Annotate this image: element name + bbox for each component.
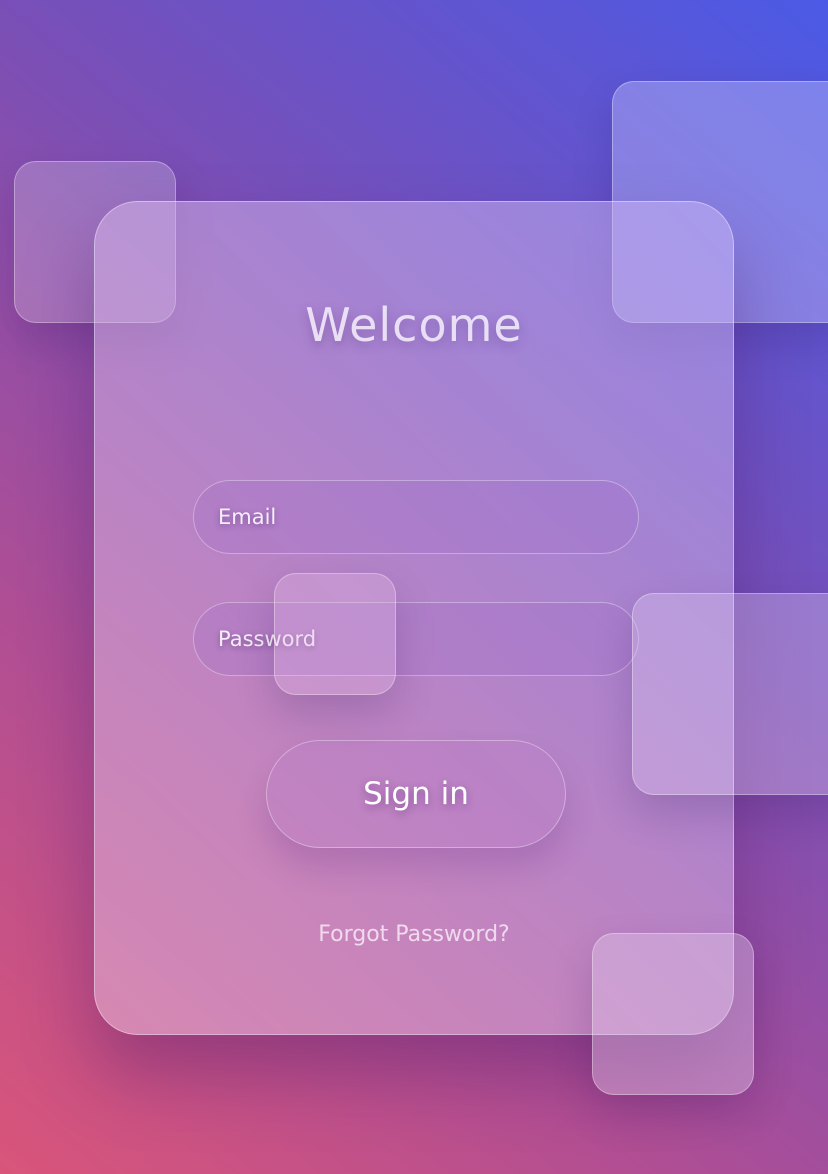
decorative-glass-square-bottom-right bbox=[592, 933, 754, 1095]
welcome-title: Welcome bbox=[305, 298, 523, 352]
sign-in-button-label: Sign in bbox=[363, 776, 469, 812]
password-field[interactable]: Password bbox=[193, 602, 639, 676]
sign-in-button[interactable]: Sign in bbox=[266, 740, 566, 848]
decorative-glass-square-right bbox=[632, 593, 828, 795]
email-field[interactable]: Email bbox=[193, 480, 639, 554]
decorative-glass-square-mid bbox=[274, 573, 396, 695]
email-placeholder: Email bbox=[218, 505, 277, 529]
